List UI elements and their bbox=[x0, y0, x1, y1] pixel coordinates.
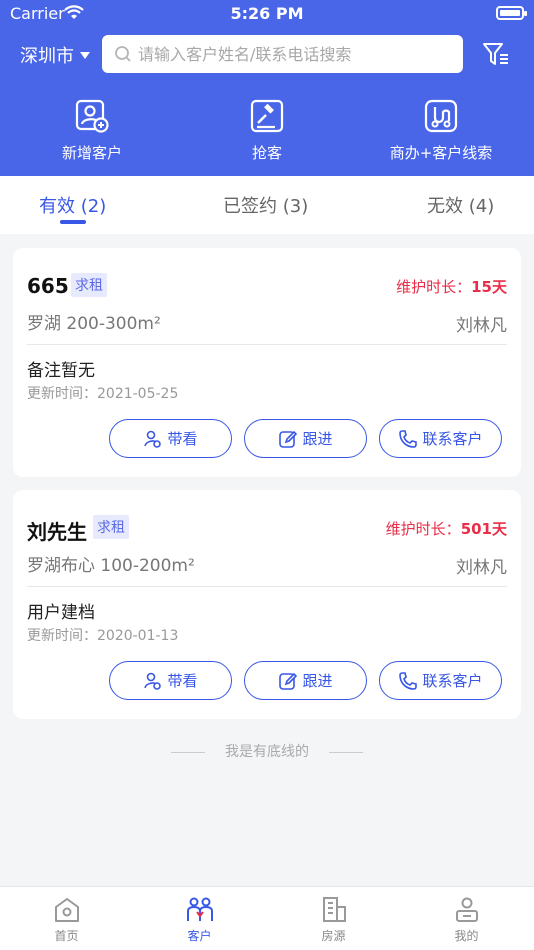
clock: 5:26 PM bbox=[230, 4, 304, 23]
divider bbox=[27, 344, 507, 345]
route-icon bbox=[424, 99, 458, 133]
maintenance-label: 维护时长： bbox=[396, 278, 472, 296]
grab-customer-button[interactable]: 抢客 bbox=[187, 98, 347, 163]
tab-home-label: 首页 bbox=[54, 929, 79, 943]
update-time: 更新时间：2021-05-25 bbox=[27, 386, 179, 402]
building-icon bbox=[322, 897, 346, 922]
home-icon bbox=[54, 898, 79, 922]
commercial-leads-button[interactable]: 商办+客户线索 bbox=[361, 98, 521, 163]
area-size: 罗湖 200-300m² bbox=[27, 314, 161, 334]
demand-tag: 求租 bbox=[71, 273, 107, 297]
status-bar: Carrier 5:26 PM bbox=[0, 0, 534, 28]
divider bbox=[171, 751, 205, 753]
follow-up-label: 跟进 bbox=[302, 672, 333, 690]
contact-button[interactable]: 联系客户 bbox=[379, 419, 502, 458]
view-label: 带看 bbox=[167, 672, 198, 690]
search-bar[interactable] bbox=[102, 35, 463, 73]
tab-home[interactable]: 首页 bbox=[0, 895, 133, 944]
follow-up-button[interactable]: 跟进 bbox=[244, 661, 367, 700]
remark: 备注暂无 bbox=[27, 361, 95, 381]
tab-mine-label: 我的 bbox=[454, 929, 479, 943]
search-icon bbox=[115, 46, 131, 62]
view-user-icon bbox=[144, 430, 162, 448]
tab-valid[interactable]: 有效 (2) bbox=[39, 192, 106, 218]
chevron-down-icon bbox=[80, 51, 90, 59]
edit-icon bbox=[279, 672, 298, 690]
add-customer-button[interactable]: 新增客户 bbox=[12, 98, 172, 163]
profile-icon bbox=[455, 897, 478, 922]
view-button[interactable]: 带看 bbox=[109, 419, 232, 458]
tab-invalid[interactable]: 无效 (4) bbox=[427, 192, 494, 218]
remark: 用户建档 bbox=[27, 603, 95, 623]
maintenance-duration: 维护时长：501天 bbox=[386, 518, 507, 539]
tab-listings[interactable]: 房源 bbox=[267, 895, 400, 944]
bottom-tab-bar: 首页 客户 房源 我的 bbox=[0, 886, 534, 950]
divider bbox=[329, 751, 363, 753]
city-selector[interactable]: 深圳市 bbox=[20, 42, 90, 68]
agent-name: 刘林凡 bbox=[456, 316, 507, 336]
tab-listings-label: 房源 bbox=[321, 929, 346, 943]
header: Carrier 5:26 PM 深圳市 请输入客户姓名/联系电话搜索 新增客户 … bbox=[0, 0, 534, 176]
edit-icon bbox=[279, 430, 298, 448]
city-label: 深圳市 bbox=[20, 46, 74, 67]
view-user-icon bbox=[144, 672, 162, 690]
divider bbox=[27, 586, 507, 587]
follow-up-label: 跟进 bbox=[302, 430, 333, 448]
contact-label: 联系客户 bbox=[422, 430, 483, 448]
view-label: 带看 bbox=[167, 430, 198, 448]
customer-card[interactable]: 665 求租 维护时长：15天 罗湖 200-300m² 刘林凡 备注暂无 更新… bbox=[13, 248, 521, 477]
agent-name: 刘林凡 bbox=[456, 558, 507, 578]
add-customer-label: 新增客户 bbox=[61, 144, 122, 162]
customer-card[interactable]: 刘先生 求租 维护时长：501天 罗湖布心 100-200m² 刘林凡 用户建档… bbox=[13, 490, 521, 719]
battery-icon bbox=[496, 6, 527, 20]
view-button[interactable]: 带看 bbox=[109, 661, 232, 700]
active-tab-indicator bbox=[60, 220, 86, 224]
maintenance-value: 15天 bbox=[471, 278, 507, 296]
end-of-list-text: 我是有底线的 bbox=[0, 741, 534, 761]
contact-button[interactable]: 联系客户 bbox=[379, 661, 502, 700]
tab-mine[interactable]: 我的 bbox=[400, 895, 533, 944]
filter-icon[interactable] bbox=[480, 38, 512, 70]
customers-icon bbox=[186, 897, 213, 921]
tab-customers[interactable]: 客户 bbox=[133, 895, 266, 944]
update-time: 更新时间：2020-01-13 bbox=[27, 628, 179, 644]
gavel-icon bbox=[250, 99, 284, 133]
customer-name: 665 bbox=[27, 274, 69, 298]
demand-tag: 求租 bbox=[93, 515, 129, 539]
commercial-leads-label: 商办+客户线索 bbox=[389, 144, 493, 162]
follow-up-button[interactable]: 跟进 bbox=[244, 419, 367, 458]
search-input[interactable] bbox=[138, 44, 458, 64]
phone-icon bbox=[399, 671, 418, 690]
contact-label: 联系客户 bbox=[422, 672, 483, 690]
status-tabs: 有效 (2) 已签约 (3) 无效 (4) bbox=[0, 176, 534, 234]
maintenance-label: 维护时长： bbox=[385, 520, 461, 538]
area-size: 罗湖布心 100-200m² bbox=[27, 556, 195, 576]
grab-customer-label: 抢客 bbox=[251, 144, 282, 162]
phone-icon bbox=[399, 429, 418, 448]
maintenance-duration: 维护时长：15天 bbox=[396, 276, 507, 297]
tab-customers-label: 客户 bbox=[187, 929, 212, 943]
customer-name: 刘先生 bbox=[27, 520, 87, 544]
tab-signed[interactable]: 已签约 (3) bbox=[223, 192, 308, 218]
maintenance-value: 501天 bbox=[460, 520, 507, 538]
end-of-list-label: 我是有底线的 bbox=[225, 744, 309, 760]
add-user-icon bbox=[75, 99, 109, 133]
